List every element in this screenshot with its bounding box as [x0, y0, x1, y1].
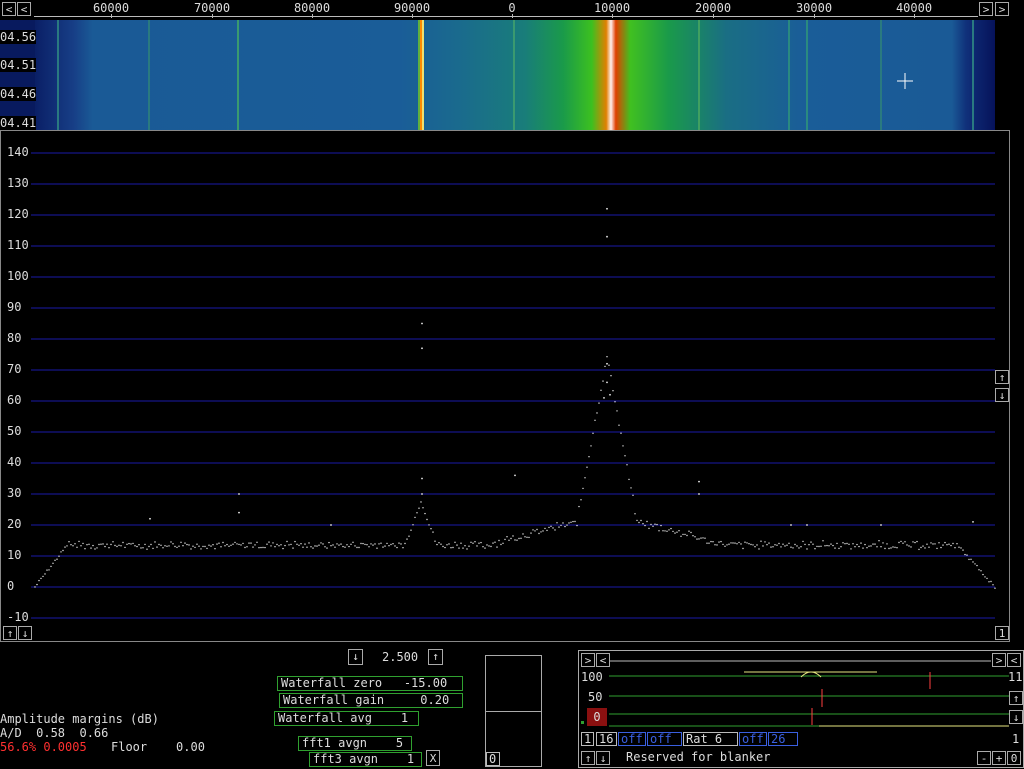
- y-axis-label: 30: [7, 486, 22, 500]
- frequency-label: 40000: [895, 1, 933, 15]
- y-axis-label: 80: [7, 331, 22, 345]
- bb-scale-100: 100: [581, 670, 603, 684]
- spectrum-trace: [34, 207, 996, 589]
- level-scope: 0: [485, 655, 542, 767]
- floor-value: Floor 0.00: [111, 740, 205, 754]
- waterfall-display[interactable]: 04.56 04.51 04.46 04.41: [0, 20, 1010, 130]
- time-label: 04.51: [0, 58, 37, 72]
- bb-scroll-right[interactable]: >: [581, 653, 595, 667]
- scroll-left-button[interactable]: <: [2, 2, 16, 16]
- ad-values: A/D 0.58 0.66: [0, 726, 109, 740]
- frequency-tick: [412, 14, 413, 18]
- fft3-avgn-control[interactable]: fft3 avgn 1: [309, 752, 422, 767]
- waterfall-gain-control[interactable]: Waterfall gain 0.20: [279, 693, 463, 708]
- zoom-down-button[interactable]: ↓: [348, 649, 363, 665]
- overload-percent: 56.6% 0.0005: [0, 740, 87, 754]
- frequency-tick: [312, 14, 313, 18]
- bb-scroll-left[interactable]: <: [596, 653, 610, 667]
- y-axis-label: 60: [7, 393, 22, 407]
- frequency-label: 10000: [593, 1, 631, 15]
- waterfall-zero-control[interactable]: Waterfall zero -15.00: [277, 676, 463, 691]
- time-label: 04.41: [0, 116, 37, 130]
- bb-right-bottom: 1: [1012, 732, 1020, 746]
- frequency-tick: [612, 14, 613, 18]
- spectrum-panel[interactable]: 140 130 120 110 100 90 80 70 60 50 40 30 20 10 0 -10 ↑ …: [0, 130, 1010, 642]
- frequency-tick: [212, 14, 213, 18]
- bb-off-1[interactable]: off: [618, 732, 646, 746]
- scroll-right-button-2[interactable]: >: [995, 2, 1009, 16]
- frequency-tick: [512, 14, 513, 18]
- y-axis-label: -10: [7, 610, 29, 624]
- frequency-label: 30000: [795, 1, 833, 15]
- frequency-label: 90000: [393, 1, 431, 15]
- reserved-for-blanker: Reserved for blanker: [626, 750, 771, 764]
- y-axis-label: 120: [7, 207, 29, 221]
- frequency-tick: [111, 14, 112, 18]
- y-axis-label: 0: [7, 579, 15, 593]
- frequency-tick: [914, 14, 915, 18]
- frequency-label: 70000: [193, 1, 231, 15]
- frequency-tick: [713, 14, 714, 18]
- bb-mode-1[interactable]: 1: [581, 732, 594, 746]
- bb-plus[interactable]: +: [992, 751, 1006, 765]
- bb-right-top: 11: [1008, 670, 1023, 684]
- close-button[interactable]: X: [426, 750, 440, 766]
- zero-down-button[interactable]: ↓: [18, 626, 32, 640]
- zoom-up-button[interactable]: ↑: [428, 649, 443, 665]
- bb-scale-0: 0: [587, 708, 607, 726]
- frequency-label: 0: [508, 1, 516, 15]
- frequency-label: 20000: [694, 1, 732, 15]
- bb-scroll-right-2[interactable]: >: [992, 653, 1006, 667]
- bb-small-up[interactable]: ↑: [581, 751, 595, 765]
- scope-midline: [486, 711, 541, 712]
- bb-small-down[interactable]: ↓: [596, 751, 610, 765]
- marker-button[interactable]: 1: [995, 626, 1009, 640]
- baseband-panel[interactable]: > < > < 100 50 0 11 ↑ ↓ 1 1 16 off off R…: [578, 650, 1024, 768]
- time-label: 04.56: [0, 30, 37, 44]
- scroll-right-button[interactable]: >: [979, 2, 993, 16]
- bb-mode-16[interactable]: 16: [596, 732, 617, 746]
- bb-off-2[interactable]: off: [647, 732, 682, 746]
- frequency-scale: < < 60000 70000 80000 90000 0 10000 20000 30000…: [0, 0, 1024, 20]
- y-axis-label: 40: [7, 455, 22, 469]
- y-axis-label: 20: [7, 517, 22, 531]
- y-axis-label: 10: [7, 548, 22, 562]
- time-label: 04.46: [0, 87, 37, 101]
- bb-minus[interactable]: -: [977, 751, 991, 765]
- zero-up-button[interactable]: ↑: [3, 626, 17, 640]
- y-axis-label: 100: [7, 269, 29, 283]
- frequency-tick: [814, 14, 815, 18]
- waterfall-avg-control[interactable]: Waterfall avg 1: [274, 711, 419, 726]
- y-axis-label: 70: [7, 362, 22, 376]
- y-axis-label: 140: [7, 145, 29, 159]
- bb-up-button[interactable]: ↑: [1009, 691, 1023, 705]
- scale-down-button[interactable]: ↓: [995, 388, 1009, 402]
- scope-zero-label: 0: [486, 752, 500, 766]
- bb-down-button[interactable]: ↓: [1009, 710, 1023, 724]
- y-axis-label: 110: [7, 238, 29, 252]
- bb-rat[interactable]: Rat 6: [683, 732, 738, 746]
- scroll-left-button-2[interactable]: <: [17, 2, 31, 16]
- y-axis-label: 130: [7, 176, 29, 190]
- y-axis-label: 90: [7, 300, 22, 314]
- bb-scale-50: 50: [588, 690, 603, 704]
- scale-up-button[interactable]: ↑: [995, 370, 1009, 384]
- zoom-value: 2.500: [382, 650, 419, 664]
- bb-scroll-left-2[interactable]: <: [1007, 653, 1021, 667]
- bb-value-26[interactable]: 26: [768, 732, 798, 746]
- amplitude-margins-title: Amplitude margins (dB): [0, 712, 159, 726]
- frequency-label: 80000: [293, 1, 331, 15]
- y-axis-label: 50: [7, 424, 22, 438]
- scale-line: [34, 16, 978, 17]
- bb-off-3[interactable]: off: [739, 732, 767, 746]
- frequency-label: 60000: [92, 1, 130, 15]
- fft1-avgn-control[interactable]: fft1 avgn 5: [298, 736, 412, 751]
- bb-zero[interactable]: 0: [1007, 751, 1021, 765]
